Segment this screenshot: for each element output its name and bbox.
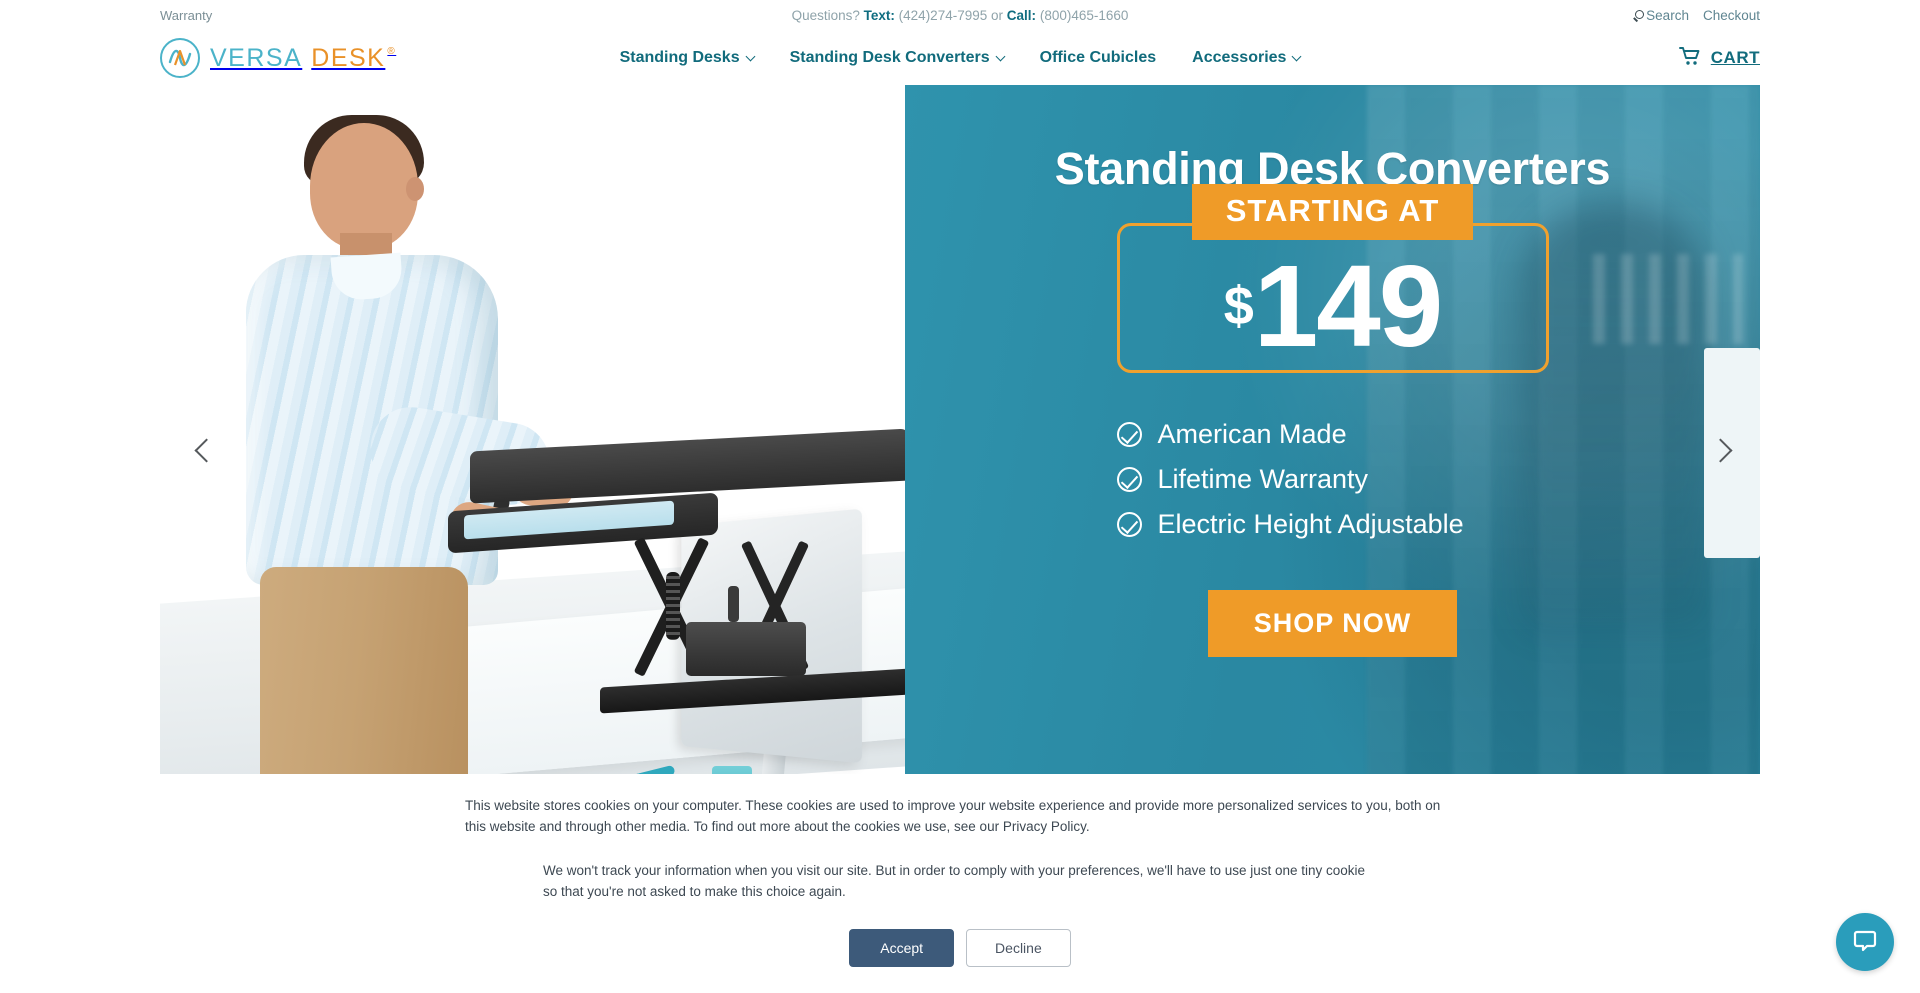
cookie-paragraph-secondary: We won't track your information when you… [543,863,1366,900]
feature-label: Lifetime Warranty [1157,464,1369,494]
logo-wordmark: VERSA DESK ® [210,44,396,73]
feature-item: American Made [1116,419,1549,450]
price-currency: $ [1223,276,1254,337]
call-number[interactable]: (800)465-1660 [1040,8,1129,23]
site-header: VERSA DESK ® Standing Desks Standing Des… [0,31,1920,85]
price-value: $ 149 [1223,241,1444,372]
price-amount: 149 [1253,241,1444,372]
logo-mark-icon [160,38,200,78]
feature-list: American Made Lifetime Warranty Electric… [1116,419,1549,554]
monitor-port [728,586,739,622]
price-callout: STARTING AT $ 149 [1116,184,1549,373]
cookie-button-group: Accept Decline [465,929,1455,967]
lift-spring [666,572,680,640]
chevron-down-icon [995,51,1006,61]
feature-label: Electric Height Adjustable [1157,509,1464,539]
logo-desk-text: DESK [311,43,386,72]
accept-cookies-button[interactable]: Accept [849,929,955,967]
carousel-prev-arrow[interactable] [190,436,224,470]
search-icon [1634,10,1645,21]
cart-label: CART [1710,48,1760,67]
cart-button[interactable]: CART [1678,46,1760,71]
call-label: Call: [1006,8,1037,23]
logo-versa-text: VERSA [210,43,303,72]
feature-item: Electric Height Adjustable [1116,509,1549,540]
contact-info: Questions? Text: (424)274-7995 or Call: … [0,8,1920,23]
feature-label: American Made [1157,419,1347,449]
nav-label: Office Cubicles [1039,49,1157,66]
nav-item-standing-desk-converters[interactable]: Standing Desk Converters [789,49,1006,67]
person-ear [406,177,424,201]
cookie-banner-content: This website stores cookies on your comp… [465,796,1455,967]
hero-product-photo [160,85,905,820]
hero-slide: Standing Desk Converters STARTING AT $ 1… [160,85,1760,820]
nav-label: Accessories [1192,49,1287,66]
check-circle-icon [1116,422,1142,447]
chat-widget-button[interactable] [1836,913,1894,971]
product-photo-scene [160,85,905,820]
shop-now-button[interactable]: SHOP NOW [1207,590,1458,657]
nav-label: Standing Desk Converters [789,49,990,66]
chevron-right-icon [1708,437,1733,463]
cookie-paragraph-primary: This website stores cookies on your comp… [465,798,1441,835]
check-circle-icon [1116,512,1142,537]
questions-label: Questions? [791,8,860,23]
site-logo[interactable]: VERSA DESK ® [160,38,396,78]
text-label: Text: [863,8,895,23]
cookie-consent-banner: This website stores cookies on your comp… [0,774,1920,993]
converter-worksurface [470,428,905,504]
feature-item: Lifetime Warranty [1116,464,1549,495]
chat-bubble-icon [1851,926,1879,959]
lift-motor [686,622,806,676]
chevron-left-icon [194,437,219,463]
starting-at-badge: STARTING AT [1191,184,1474,240]
check-circle-icon [1116,467,1142,492]
hero-promo-panel: Standing Desk Converters STARTING AT $ 1… [905,85,1760,820]
nav-item-office-cubicles[interactable]: Office Cubicles [1040,49,1156,67]
carousel-next-arrow[interactable] [1704,436,1738,470]
chevron-down-icon [1291,51,1302,61]
logo-registered-mark: ® [387,45,397,57]
top-utility-bar: Warranty Questions? Text: (424)274-7995 … [0,0,1920,31]
promo-content: Standing Desk Converters STARTING AT $ 1… [905,85,1760,820]
decline-cookies-button[interactable]: Decline [966,929,1071,967]
or-label: or [991,8,1004,23]
photo-desk-converter [448,428,905,820]
nav-label: Standing Desks [619,49,740,66]
person-head [310,123,418,249]
nav-item-standing-desks[interactable]: Standing Desks [619,49,756,67]
chevron-down-icon [745,51,756,61]
nav-item-accessories[interactable]: Accessories [1192,49,1302,67]
hero-carousel: Standing Desk Converters STARTING AT $ 1… [160,85,1760,820]
text-number[interactable]: (424)274-7995 [899,8,988,23]
cart-icon [1678,46,1701,71]
